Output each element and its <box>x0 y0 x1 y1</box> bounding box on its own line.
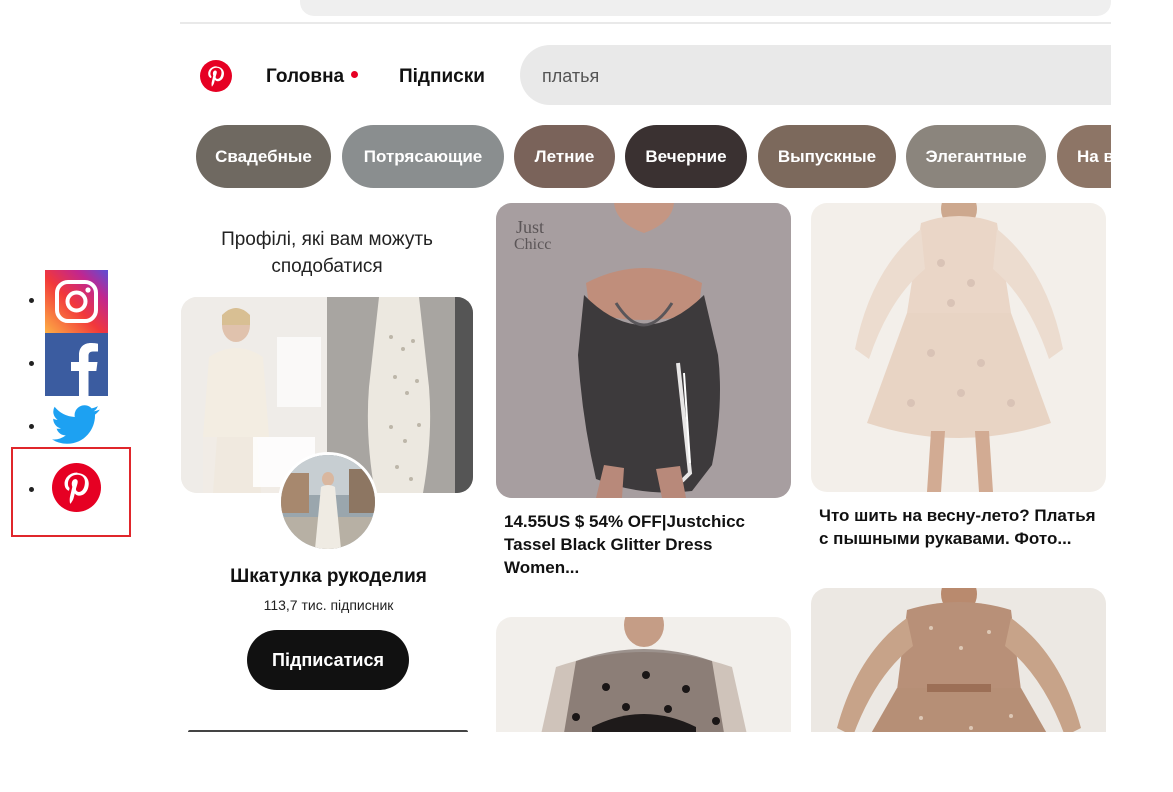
notification-dot <box>351 71 358 78</box>
search-bar[interactable] <box>520 45 1111 107</box>
nav-subscriptions-link[interactable]: Підписки <box>399 66 485 88</box>
pin-title[interactable]: Что шить на весну-лето? Платья с пышными… <box>819 504 1104 550</box>
follow-button[interactable]: Підписатися <box>247 630 409 690</box>
list-bullet <box>29 298 34 303</box>
svg-text:Chicc: Chicc <box>514 236 551 253</box>
top-strip <box>180 0 1111 24</box>
pin-image-black-dress[interactable]: Just Chicc <box>496 203 791 498</box>
list-bullet <box>29 361 34 366</box>
chip-vechernie[interactable]: Вечерние <box>625 125 747 188</box>
profile-avatar[interactable] <box>278 452 378 552</box>
profile-subscribers: 113,7 тис. підписник <box>263 597 394 613</box>
viewport-bottom-whitespace <box>180 732 1120 792</box>
chip-vypusknye[interactable]: Выпускные <box>758 125 896 188</box>
chip-potryasayushchie[interactable]: Потрясающие <box>342 125 504 188</box>
chip-elegantnye[interactable]: Элегантные <box>906 125 1046 188</box>
pinterest-highlight-box <box>11 447 131 537</box>
search-input[interactable] <box>540 45 1084 107</box>
profile-name[interactable]: Шкатулка рукоделия <box>181 566 476 588</box>
pin-title[interactable]: 14.55US $ 54% OFF|Justchicc Tassel Black… <box>504 510 784 579</box>
profiles-section-title: Профілі, які вам можуть сподобатися <box>221 229 433 277</box>
chip-svadebnye[interactable]: Свадебные <box>196 125 331 188</box>
nav-home-link[interactable]: Головна <box>266 66 344 88</box>
instagram-icon[interactable] <box>45 270 108 333</box>
twitter-icon[interactable] <box>52 405 100 445</box>
chip-letnie[interactable]: Летние <box>514 125 615 188</box>
category-chips: Свадебные Потрясающие Летние Вечерние Вы… <box>196 125 1111 188</box>
facebook-icon[interactable] <box>45 333 108 396</box>
list-bullet <box>29 424 34 429</box>
pinterest-logo-icon[interactable] <box>200 60 232 92</box>
top-bar-remnant <box>300 0 1111 16</box>
pin-image-beige-dress[interactable] <box>811 203 1106 492</box>
chip-na-v[interactable]: На в <box>1057 125 1111 188</box>
svg-text:Just: Just <box>516 217 544 237</box>
top-divider <box>180 22 1111 24</box>
